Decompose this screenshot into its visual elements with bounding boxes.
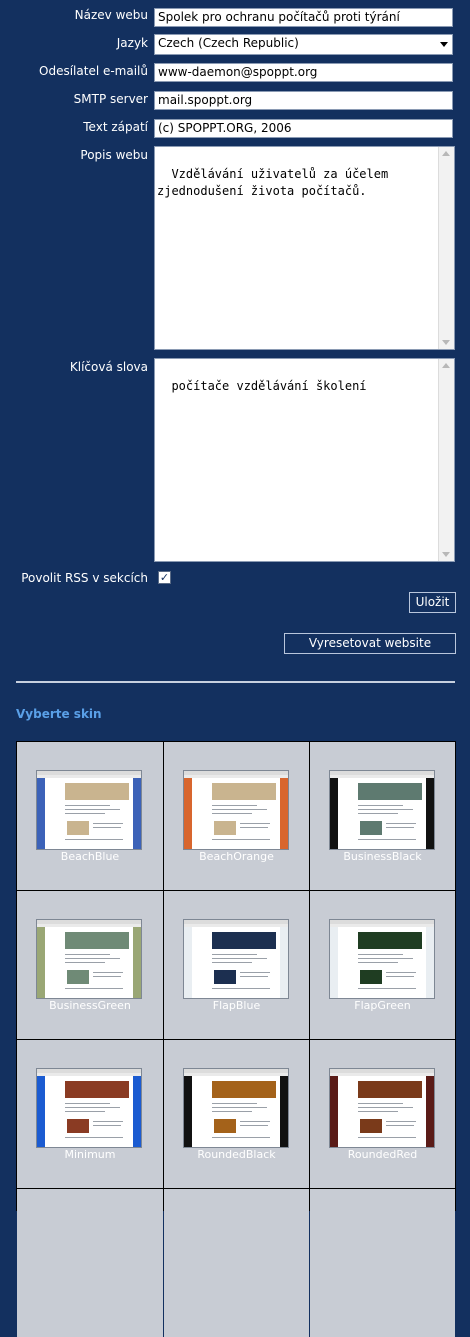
skin-name: FlapGreen <box>354 999 411 1012</box>
scroll-up-icon[interactable] <box>442 363 450 368</box>
reset-website-button[interactable]: Vyresetovat website <box>284 633 456 654</box>
site-description-value: Vzdělávání uživatelů za účelem zjednoduš… <box>157 167 389 198</box>
sender-email-label: Odesílatel e-mailů <box>39 64 148 78</box>
chevron-down-icon <box>440 42 448 47</box>
site-description-label: Popis webu <box>80 148 148 162</box>
skin-preview-image[interactable] <box>183 770 289 850</box>
divider <box>16 681 455 683</box>
scroll-down-icon[interactable] <box>442 552 450 557</box>
skin-preview-image[interactable] <box>183 1068 289 1148</box>
keywords-textarea[interactable]: počítače vzdělávání školení <box>154 358 455 562</box>
skin-option[interactable]: RoundedBlack <box>164 1040 309 1188</box>
skin-preview-image[interactable] <box>183 919 289 999</box>
skin-name: BusinessGreen <box>49 999 131 1012</box>
language-value: Czech (Czech Republic) <box>158 36 299 50</box>
skin-section-title: Vyberte skin <box>16 707 102 721</box>
footer-text-input[interactable]: (c) SPOPPT.ORG, 2006 <box>154 119 453 138</box>
skin-option[interactable]: BusinessGreen <box>17 891 163 1039</box>
skin-name: BusinessBlack <box>343 850 422 863</box>
keywords-value: počítače vzdělávání školení <box>171 379 367 393</box>
keywords-label: Klíčová slova <box>69 360 148 374</box>
save-button[interactable]: Uložit <box>409 592 456 613</box>
scroll-down-icon[interactable] <box>442 340 450 345</box>
skin-option[interactable]: Minimum <box>17 1040 163 1188</box>
skin-preview-image[interactable] <box>329 919 435 999</box>
scrollbar[interactable] <box>438 359 454 561</box>
site-name-input[interactable]: Spolek pro ochranu počítačů proti týrání <box>154 8 453 27</box>
skin-option[interactable] <box>164 1189 309 1337</box>
skin-option[interactable]: BeachBlue <box>17 742 163 890</box>
site-description-textarea[interactable]: Vzdělávání uživatelů za účelem zjednoduš… <box>154 146 455 350</box>
smtp-server-input[interactable]: mail.spoppt.org <box>154 91 453 110</box>
smtp-server-label: SMTP server <box>73 92 148 106</box>
skin-preview-image[interactable] <box>36 1068 142 1148</box>
rss-label: Povolit RSS v sekcích <box>21 571 148 585</box>
skin-name: FlapBlue <box>212 999 261 1012</box>
scrollbar[interactable] <box>438 147 454 349</box>
skin-preview-image[interactable] <box>329 1068 435 1148</box>
skin-option[interactable]: BusinessBlack <box>310 742 455 890</box>
skin-option[interactable]: RoundedRed <box>310 1040 455 1188</box>
skin-option[interactable] <box>17 1189 163 1337</box>
skin-name: BeachOrange <box>199 850 274 863</box>
skin-name: BeachBlue <box>60 850 120 863</box>
skin-grid: BeachBlue BeachOrange BusinessBlack Busines… <box>16 741 456 1337</box>
language-label: Jazyk <box>116 36 148 50</box>
skin-option[interactable]: BeachOrange <box>164 742 309 890</box>
skin-option[interactable] <box>310 1189 455 1337</box>
scroll-up-icon[interactable] <box>442 151 450 156</box>
skin-name: RoundedRed <box>347 1148 418 1161</box>
language-select[interactable]: Czech (Czech Republic) <box>154 34 453 55</box>
site-name-label: Název webu <box>74 8 148 22</box>
footer-text-label: Text zápatí <box>83 120 148 134</box>
skin-preview-image[interactable] <box>36 770 142 850</box>
skin-preview-image[interactable] <box>36 919 142 999</box>
sender-email-input[interactable]: www-daemon@spoppt.org <box>154 63 453 82</box>
skin-option[interactable]: FlapBlue <box>164 891 309 1039</box>
rss-checkbox[interactable]: ✓ <box>158 571 171 584</box>
skin-option[interactable]: FlapGreen <box>310 891 455 1039</box>
skin-name: Minimum <box>64 1148 116 1161</box>
skin-name: RoundedBlack <box>197 1148 276 1161</box>
skin-preview-image[interactable] <box>329 770 435 850</box>
